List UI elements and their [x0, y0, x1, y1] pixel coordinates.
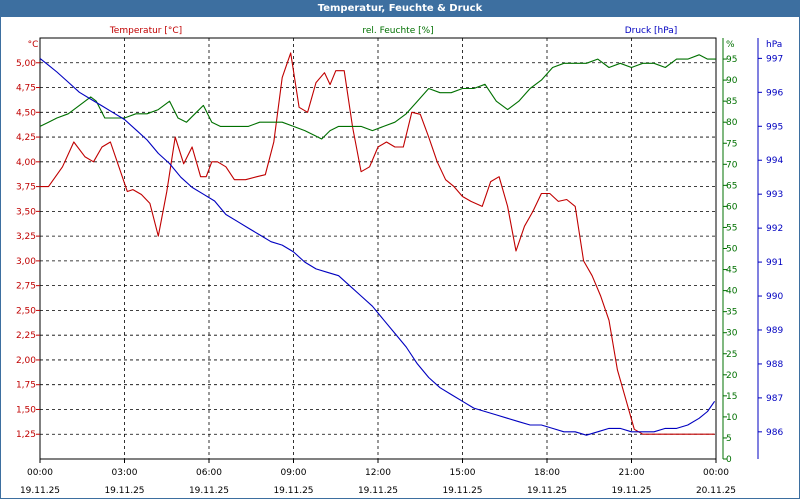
humidity-tick-label: 70: [726, 160, 738, 170]
x-tick-date: 19.11.25: [442, 486, 482, 496]
pressure-tick-label: 993: [766, 190, 783, 200]
x-tick-date: 19.11.25: [104, 486, 144, 496]
humidity-tick-label: 55: [726, 223, 737, 233]
x-tick-time: 21:00: [619, 468, 645, 478]
humidity-tick-label: 20: [726, 371, 738, 381]
x-tick-time: 18:00: [534, 468, 560, 478]
humidity-legend: rel. Feuchte [%]: [362, 26, 433, 36]
pressure-tick-label: 988: [766, 360, 783, 370]
humidity-tick-label: 10: [726, 413, 738, 423]
chart-svg: 00:00 19.11.25 03:00 19.11.25 06:00 19.11.25 0…: [16, 26, 783, 496]
humidity-tick-label: 50: [726, 245, 738, 255]
humidity-unit-label: %: [726, 40, 735, 50]
pressure-tick-label: 991: [766, 258, 783, 268]
temperature-legend: Temperatur [°C]: [109, 26, 182, 36]
x-tick-date: 19.11.25: [358, 486, 398, 496]
temperature-tick-label: 1,25: [16, 430, 36, 440]
x-tick-date: 19.11.25: [189, 486, 229, 496]
temperature-tick-label: 3,50: [16, 207, 36, 217]
humidity-tick-label: 75: [726, 139, 737, 149]
temperature-tick-label: 3,75: [16, 183, 36, 193]
humidity-tick-label: 0: [726, 455, 732, 465]
pressure-tick-label: 997: [766, 54, 783, 64]
temperature-tick-label: 4,50: [16, 108, 36, 118]
pressure-tick-label: 996: [766, 88, 783, 98]
pressure-tick-label: 990: [766, 292, 783, 302]
humidity-tick-label: 15: [726, 392, 737, 402]
pressure-tick-label: 989: [766, 326, 783, 336]
humidity-tick-label: 95: [726, 55, 737, 65]
humidity-tick-label: 35: [726, 308, 737, 318]
temperature-tick-label: 4,25: [16, 133, 36, 143]
pressure-tick-label: 987: [766, 394, 783, 404]
temperature-tick-label: 5,00: [16, 59, 36, 69]
pressure-tick-label: 995: [766, 122, 783, 132]
x-tick-time: 15:00: [450, 468, 476, 478]
temperature-tick-label: 1,50: [16, 405, 36, 415]
temperature-tick-label: 3,00: [16, 257, 36, 267]
humidity-tick-label: 80: [726, 118, 738, 128]
x-tick-time: 00:00: [27, 468, 53, 478]
temperature-tick-label: 2,00: [16, 356, 36, 366]
x-tick-date: 19.11.25: [527, 486, 567, 496]
temperature-tick-label: 1,75: [16, 381, 36, 391]
humidity-tick-label: 40: [726, 287, 738, 297]
x-tick-time: 03:00: [112, 468, 138, 478]
humidity-tick-label: 65: [726, 181, 737, 191]
x-tick-date: 19.11.25: [20, 486, 60, 496]
temperature-tick-label: 2,25: [16, 331, 36, 341]
pressure-tick-label: 992: [766, 224, 783, 234]
pressure-unit-label: hPa: [766, 40, 782, 50]
humidity-tick-label: 60: [726, 202, 738, 212]
temperature-tick-label: 4,75: [16, 84, 36, 94]
temperature-tick-label: 2,75: [16, 282, 36, 292]
temperature-tick-label: 3,25: [16, 232, 36, 242]
temperature-tick-label: 2,50: [16, 306, 36, 316]
chart-title: Temperatur, Feuchte & Druck: [0, 0, 800, 17]
x-tick-date: 19.11.25: [273, 486, 313, 496]
humidity-tick-label: 90: [726, 76, 738, 86]
humidity-tick-label: 5: [726, 434, 732, 444]
temperature-tick-label: 4,00: [16, 158, 36, 168]
chart-frame: 00:00 19.11.25 03:00 19.11.25 06:00 19.11.25 0…: [0, 17, 800, 499]
x-tick-time: 06:00: [196, 468, 222, 478]
x-tick-time: 00:00: [703, 468, 729, 478]
humidity-tick-label: 30: [726, 329, 738, 339]
x-tick-time: 09:00: [281, 468, 307, 478]
temperature-unit-label: °C: [28, 40, 39, 50]
pressure-legend: Druck [hPa]: [625, 26, 678, 36]
pressure-tick-label: 994: [766, 156, 783, 166]
x-tick-time: 12:00: [365, 468, 391, 478]
humidity-tick-label: 45: [726, 266, 737, 276]
humidity-tick-label: 25: [726, 350, 737, 360]
x-tick-date: 20.11.25: [696, 486, 736, 496]
humidity-tick-label: 85: [726, 97, 737, 107]
x-tick-date: 19.11.25: [611, 486, 651, 496]
pressure-tick-label: 986: [766, 428, 783, 438]
